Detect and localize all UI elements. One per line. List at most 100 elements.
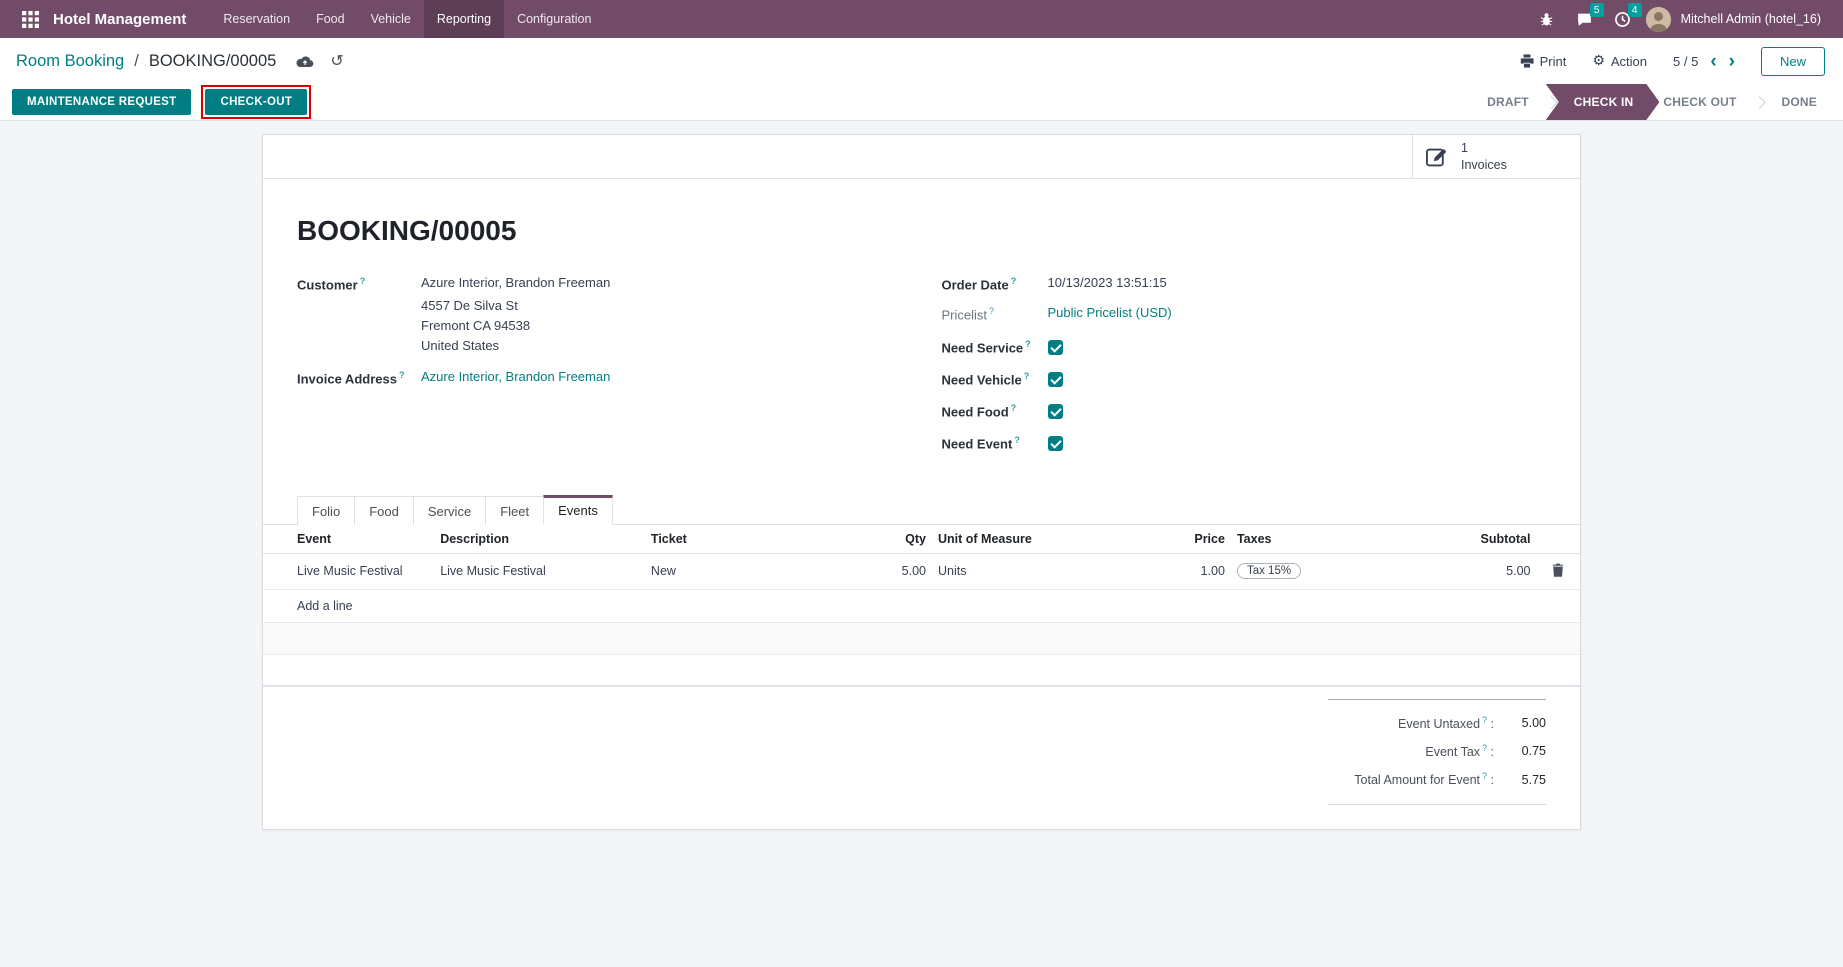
step-done[interactable]: DONE (1766, 84, 1833, 120)
step-check-in[interactable]: CHECK IN (1546, 84, 1660, 120)
order-date-field-row: Order Date? 10/13/2023 13:51:15 (942, 275, 1547, 292)
invoices-label: Invoices (1461, 157, 1507, 173)
need-event-label: Need Event? (942, 434, 1048, 451)
menu-configuration[interactable]: Configuration (504, 0, 604, 38)
need-service-checkbox[interactable] (1048, 340, 1063, 355)
discard-undo-icon[interactable]: ↺ (330, 53, 343, 69)
cell-unit-of-measure[interactable]: Units (932, 553, 1040, 589)
navbar-right: 5 4 Mitchell Admin (hotel_16) (1532, 0, 1835, 38)
main-menu: Reservation Food Vehicle Reporting Confi… (210, 0, 604, 38)
fields-left-column: Customer? Azure Interior, Brandon Freema… (297, 275, 902, 464)
col-actions (1536, 525, 1580, 554)
table-row[interactable]: Live Music Festival Live Music Festival … (263, 553, 1580, 589)
total-tax-label: Event Tax? : (1328, 743, 1494, 759)
check-out-button[interactable]: CHECK-OUT (205, 89, 307, 115)
col-qty[interactable]: Qty (829, 525, 932, 554)
menu-food[interactable]: Food (303, 0, 358, 38)
messages-button[interactable]: 5 (1570, 0, 1600, 38)
trash-icon (1552, 563, 1564, 577)
pager: 5 / 5 ‹ › (1673, 52, 1735, 71)
debug-bug-button[interactable] (1532, 0, 1562, 38)
col-unit-of-measure[interactable]: Unit of Measure (932, 525, 1040, 554)
help-icon: ? (1025, 339, 1031, 349)
menu-vehicle[interactable]: Vehicle (358, 0, 424, 38)
total-tax-value: 0.75 (1494, 744, 1546, 758)
col-description[interactable]: Description (434, 525, 645, 554)
add-line-link[interactable]: Add a line (263, 589, 1580, 622)
customer-value[interactable]: Azure Interior, Brandon Freeman 4557 De … (421, 275, 610, 353)
tab-food[interactable]: Food (354, 496, 414, 525)
checkout-highlight-box: CHECK-OUT (201, 85, 311, 119)
user-avatar[interactable] (1646, 7, 1671, 32)
pricelist-label: Pricelist? (942, 305, 1048, 322)
need-service-label: Need Service? (942, 338, 1048, 355)
gear-icon: ⚙ (1592, 54, 1605, 68)
delete-row-button[interactable] (1536, 553, 1580, 589)
print-button[interactable]: Print (1520, 54, 1567, 69)
menu-reservation[interactable]: Reservation (210, 0, 303, 38)
col-ticket[interactable]: Ticket (645, 525, 829, 554)
invoice-address-value[interactable]: Azure Interior, Brandon Freeman (421, 369, 610, 386)
menu-reporting[interactable]: Reporting (424, 0, 504, 38)
col-subtotal[interactable]: Subtotal (1402, 525, 1536, 554)
breadcrumb-parent-link[interactable]: Room Booking (16, 52, 124, 71)
event-totals: Event Untaxed? : 5.00 Event Tax? : 0.75 … (1328, 699, 1546, 804)
app-title[interactable]: Hotel Management (47, 0, 196, 38)
breadcrumb: Room Booking / BOOKING/00005 ↺ (16, 52, 344, 71)
grid-icon (22, 11, 39, 28)
tab-events[interactable]: Events (543, 495, 613, 525)
cell-price[interactable]: 1.00 (1040, 553, 1231, 589)
help-icon: ? (360, 276, 366, 286)
new-button[interactable]: New (1761, 47, 1825, 76)
need-food-checkbox[interactable] (1048, 404, 1063, 419)
help-icon: ? (399, 370, 405, 380)
customer-name[interactable]: Azure Interior, Brandon Freeman (421, 275, 610, 290)
apps-menu-button[interactable] (14, 0, 47, 38)
tab-fleet[interactable]: Fleet (485, 496, 544, 525)
activities-button[interactable]: 4 (1608, 0, 1638, 38)
step-draft[interactable]: DRAFT (1471, 84, 1545, 120)
tax-badge[interactable]: Tax 15% (1237, 563, 1301, 579)
top-navbar: Hotel Management Reservation Food Vehicl… (0, 0, 1843, 38)
cell-event[interactable]: Live Music Festival (263, 553, 434, 589)
need-vehicle-checkbox[interactable] (1048, 372, 1063, 387)
navbar-left: Hotel Management Reservation Food Vehicl… (14, 0, 604, 38)
order-date-value[interactable]: 10/13/2023 13:51:15 (1048, 275, 1167, 292)
maintenance-request-button[interactable]: MAINTENANCE REQUEST (12, 89, 191, 115)
customer-address-line: 4557 De Silva St (421, 298, 610, 313)
smart-button-row: 1 Invoices (263, 135, 1580, 179)
invoices-smart-button[interactable]: 1 Invoices (1412, 135, 1580, 178)
cell-taxes[interactable]: Tax 15% (1231, 553, 1402, 589)
pager-next-icon[interactable]: › (1729, 52, 1735, 71)
breadcrumb-separator: / (134, 52, 139, 71)
action-button[interactable]: ⚙ Action (1592, 54, 1647, 69)
tab-service[interactable]: Service (413, 496, 486, 525)
cell-description[interactable]: Live Music Festival (434, 553, 645, 589)
status-steps: DRAFT CHECK IN CHECK OUT DONE (1471, 84, 1833, 120)
need-event-field-row: Need Event? (942, 432, 1547, 455)
notebook-tabs: Folio Food Service Fleet Events (263, 494, 1580, 525)
cell-subtotal[interactable]: 5.00 (1402, 553, 1536, 589)
cell-ticket[interactable]: New (645, 553, 829, 589)
need-food-field-row: Need Food? (942, 400, 1547, 423)
total-amount-label: Total Amount for Event? : (1328, 771, 1494, 787)
form-sheet: BOOKING/00005 Customer? Azure Interior, … (263, 179, 1580, 464)
col-event[interactable]: Event (263, 525, 434, 554)
user-menu[interactable]: Mitchell Admin (hotel_16) (1679, 12, 1829, 26)
help-icon: ? (1024, 371, 1030, 381)
step-check-out[interactable]: CHECK OUT (1647, 84, 1752, 120)
cloud-save-icon[interactable] (296, 55, 314, 68)
control-panel-right: Print ⚙ Action 5 / 5 ‹ › New (1520, 47, 1825, 76)
pager-previous-icon[interactable]: ‹ (1710, 52, 1716, 71)
bug-icon (1539, 12, 1554, 27)
empty-stripe-row (263, 622, 1580, 654)
record-status-indicators: ↺ (296, 53, 343, 69)
need-event-checkbox[interactable] (1048, 436, 1063, 451)
col-taxes[interactable]: Taxes (1231, 525, 1402, 554)
customer-address-line: United States (421, 338, 610, 353)
help-icon: ? (1011, 403, 1017, 413)
tab-folio[interactable]: Folio (297, 496, 355, 525)
col-price[interactable]: Price (1040, 525, 1231, 554)
cell-qty[interactable]: 5.00 (829, 553, 932, 589)
pricelist-value[interactable]: Public Pricelist (USD) (1048, 305, 1172, 322)
